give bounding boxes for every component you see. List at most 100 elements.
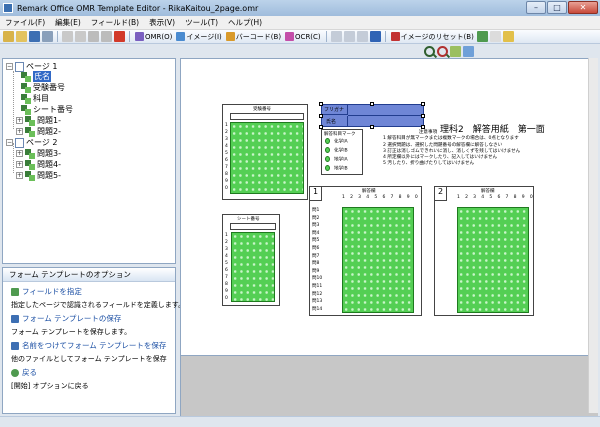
app-icon: [3, 3, 13, 13]
tree-item-subject[interactable]: 科目: [21, 93, 49, 104]
field-icon: [25, 170, 35, 181]
field-icon: [21, 104, 31, 115]
tree-item-exam-number[interactable]: 受験番号: [21, 82, 65, 93]
field-icon: [21, 93, 31, 104]
expand-icon[interactable]: +: [16, 117, 23, 124]
answer-digits-2: 1 2 3 4 5 6 7 8 9 0: [457, 195, 535, 200]
field-icon: [21, 82, 31, 93]
menu-help[interactable]: ヘルプ(H): [223, 17, 267, 28]
expand-icon[interactable]: +: [16, 128, 23, 135]
image-button[interactable]: イメージ(I): [175, 32, 222, 42]
exam-number-field[interactable]: 受験番号 1234567890: [222, 104, 308, 200]
subject-field[interactable]: 解答科目マーク 化学IA 化学IB 地学IA 地学IB: [321, 129, 363, 175]
exam-number-bubbles[interactable]: [230, 122, 304, 194]
delete-icon[interactable]: [114, 31, 125, 42]
sheet-number-field[interactable]: シート番号 1234567890: [222, 214, 280, 306]
block-1-number: 1: [310, 187, 322, 201]
zoom-in-icon[interactable]: [424, 45, 435, 57]
omr-button[interactable]: OMR(O): [134, 32, 173, 41]
zoom-out-icon[interactable]: [437, 45, 448, 57]
exam-number-label: 受験番号: [253, 107, 271, 112]
folder-icon[interactable]: [502, 31, 514, 42]
field-icon: [21, 71, 31, 82]
resize-handle[interactable]: [421, 125, 425, 129]
tree-item-sheet-number[interactable]: シート番号: [21, 104, 73, 115]
cut-icon[interactable]: [75, 31, 86, 42]
field-define-icon: [11, 287, 19, 296]
menu-field[interactable]: フィールド(B): [86, 17, 144, 28]
tree-item-question-4[interactable]: + 問題4-: [16, 159, 61, 170]
tree-item-question-5[interactable]: + 問題5-: [16, 170, 61, 181]
name-label: 氏名: [322, 116, 348, 126]
resize-handle[interactable]: [421, 102, 425, 106]
name-field-selected[interactable]: フリガナ 氏名: [321, 104, 424, 127]
check-icon[interactable]: [476, 31, 488, 42]
ocr-button[interactable]: OCR(C): [284, 32, 322, 41]
page-icon[interactable]: [489, 31, 501, 42]
open-icon[interactable]: [16, 31, 27, 42]
new-icon[interactable]: [3, 31, 14, 42]
tree-item-name[interactable]: 氏名: [21, 71, 51, 82]
distribute-icon[interactable]: [343, 31, 355, 42]
resize-handle[interactable]: [319, 102, 323, 106]
save-icon[interactable]: [29, 31, 40, 42]
image-icon: [176, 32, 186, 41]
barcode-icon: [225, 32, 235, 41]
tree-item-question-3[interactable]: + 問題3-: [16, 148, 61, 159]
option-save-template-as[interactable]: 名前をつけてフォーム テンプレートを保存 他のファイルとしてフォーム テンプレー…: [11, 340, 175, 364]
page-icon: [15, 61, 24, 72]
block-2-number: 2: [435, 187, 447, 201]
answer-bubbles-1[interactable]: [342, 207, 414, 313]
paste-icon[interactable]: [101, 31, 112, 42]
tree-page-2[interactable]: − ページ 2: [6, 137, 57, 148]
sheet-number-label: シート番号: [237, 217, 260, 222]
options-title: フォーム テンプレートのオプション: [3, 268, 175, 282]
expand-icon[interactable]: +: [16, 172, 23, 179]
save-icon: [11, 314, 19, 323]
canvas-background: [180, 356, 598, 416]
field-icon: [25, 115, 35, 126]
option-define-fields[interactable]: フィールドを指定 指定したページで認識されるフィールドを定義します。: [11, 286, 185, 310]
barcode-button[interactable]: バーコード(B): [225, 32, 282, 42]
fit-width-icon[interactable]: [450, 45, 461, 57]
minimize-button[interactable]: –: [526, 1, 546, 14]
expand-icon[interactable]: +: [16, 161, 23, 168]
resize-handle[interactable]: [370, 102, 374, 106]
expand-icon[interactable]: +: [16, 150, 23, 157]
back-icon: [11, 368, 19, 377]
menu-view[interactable]: 表示(V): [144, 17, 180, 28]
tree-item-question-2[interactable]: + 問題2-: [16, 126, 61, 137]
answer-header-1: 解答欄: [362, 189, 376, 194]
page-icon: [15, 137, 24, 148]
resize-handle[interactable]: [370, 125, 374, 129]
print-icon[interactable]: [42, 31, 53, 42]
answer-block-1[interactable]: 1 解答欄 1 2 3 4 5 6 7 8 9 0 問1 問2 問3 問4 問5 問6 問7…: [309, 186, 422, 316]
collapse-icon[interactable]: −: [6, 63, 13, 70]
tree-item-question-1[interactable]: + 問題1-: [16, 115, 61, 126]
option-save-template[interactable]: フォーム テンプレートの保存 フォーム テンプレートを保存します。: [11, 313, 175, 337]
answer-block-2[interactable]: 2 解答欄 1 2 3 4 5 6 7 8 9 0: [434, 186, 534, 316]
fit-page-icon[interactable]: [463, 45, 474, 57]
option-back[interactable]: 戻る [開始] オプションに戻る: [11, 367, 175, 391]
answer-header-2: 解答欄: [481, 189, 495, 194]
sheet-number-bubbles[interactable]: [231, 232, 275, 302]
image-reset-button[interactable]: イメージのリセット(B): [390, 32, 475, 42]
align-icon[interactable]: [330, 31, 342, 42]
resize-handle[interactable]: [319, 114, 323, 118]
undo-icon[interactable]: [62, 31, 73, 42]
window-title: Remark Office OMR Template Editor - Rika…: [17, 3, 259, 13]
menu-edit[interactable]: 編集(E): [50, 17, 86, 28]
resize-handle[interactable]: [421, 114, 425, 118]
vertical-scrollbar[interactable]: [588, 58, 598, 413]
maximize-button[interactable]: □: [547, 1, 567, 14]
size-icon[interactable]: [356, 31, 368, 42]
reset-icon: [390, 32, 400, 41]
status-bar: [0, 416, 600, 427]
answer-bubbles-2[interactable]: [457, 207, 529, 313]
close-button[interactable]: ✕: [568, 1, 598, 14]
grid-icon[interactable]: [369, 31, 381, 42]
collapse-icon[interactable]: −: [6, 139, 13, 146]
copy-icon[interactable]: [88, 31, 99, 42]
menu-tools[interactable]: ツール(T): [180, 17, 223, 28]
menu-file[interactable]: ファイル(F): [0, 17, 50, 28]
